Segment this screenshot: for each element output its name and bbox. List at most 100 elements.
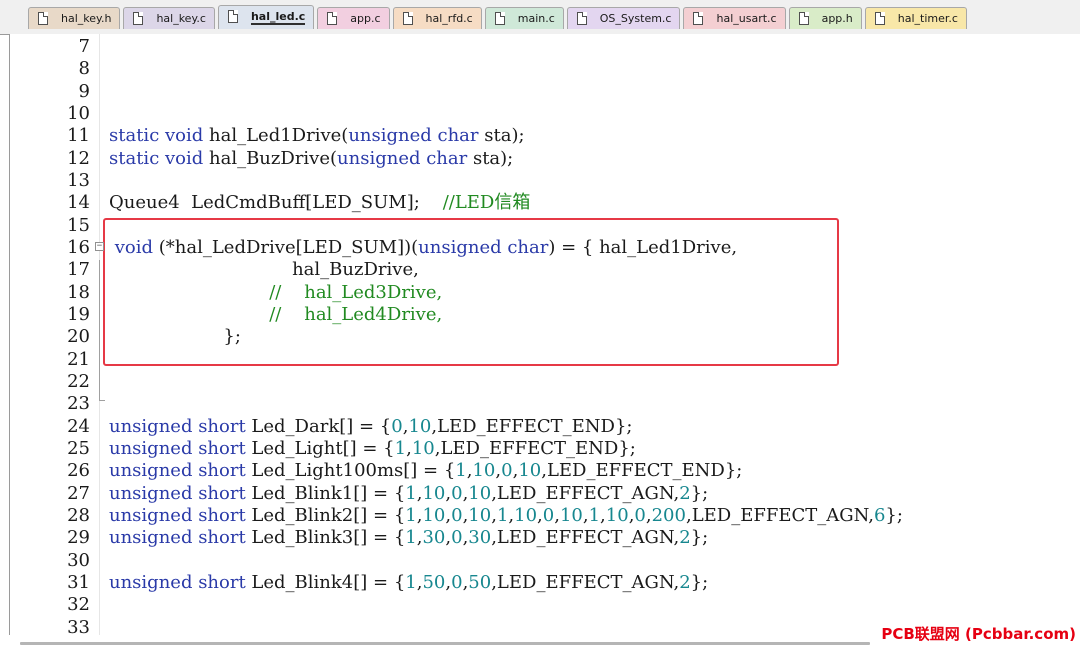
line-number: 19	[67, 303, 90, 325]
file-icon	[798, 12, 809, 25]
code-line[interactable]: 8	[10, 58, 1070, 80]
line-number: 13	[67, 169, 90, 191]
code-line[interactable]: 22	[10, 371, 1070, 393]
token-num: 1	[405, 504, 417, 526]
line-number: 23	[67, 393, 90, 415]
code-line[interactable]: 7	[10, 36, 1070, 58]
code-text: unsigned short Led_Blink1[] = {1,10,0,10…	[109, 483, 708, 505]
token-txt: ,LED_EFFECT_END};	[541, 460, 743, 482]
line-number: 25	[67, 437, 90, 459]
token-txt: (*hal_LedDrive[LED_SUM])(	[153, 236, 419, 258]
line-number: 12	[67, 147, 90, 169]
token-kw: unsigned short	[109, 460, 246, 482]
code-line[interactable]: 11 static void hal_Led1Drive(unsigned cha…	[10, 125, 1070, 147]
file-icon	[874, 12, 885, 25]
tab-label: hal_rfd.c	[425, 12, 473, 25]
file-icon	[327, 12, 338, 25]
tab-hal-led-c[interactable]: hal_led.c	[217, 5, 315, 29]
tab-label: main.c	[517, 12, 555, 25]
tab-main-c[interactable]: main.c	[484, 7, 564, 29]
token-kw: unsigned char	[348, 125, 479, 147]
token-num: 10	[411, 437, 435, 459]
code-line[interactable]: 31 unsigned short Led_Blink4[] = {1,50,0,…	[10, 572, 1070, 594]
code-line[interactable]: 17 hal_BuzDrive,	[10, 259, 1070, 281]
tab-hal-rfd-c[interactable]: hal_rfd.c	[392, 7, 482, 29]
tab-hal-key-h[interactable]: hal_key.h	[28, 7, 121, 29]
line-number: 7	[78, 36, 90, 57]
file-tabs: hal_key.h hal_key.c hal_led.c app.c hal_rfd.…	[28, 5, 970, 31]
code-line[interactable]: 13	[10, 170, 1070, 192]
code-line[interactable]: 25 unsigned short Led_Light[] = {1,10,LED…	[10, 438, 1070, 460]
code-line[interactable]: 21	[10, 349, 1070, 371]
line-number: 30	[67, 549, 90, 571]
line-number: 9	[78, 80, 90, 102]
token-txt: };	[690, 527, 709, 549]
horizontal-scrollbar[interactable]	[20, 642, 870, 645]
token-txt: ,LED_EFFECT_AGN,	[491, 527, 680, 549]
token-num: 1	[588, 504, 601, 526]
tab-os-system-c[interactable]: OS_System.c	[566, 7, 681, 29]
code-line[interactable]: 28 unsigned short Led_Blink2[] = {1,10,0,…	[10, 505, 1070, 527]
token-txt: Led_Blink2[] = {	[245, 504, 406, 526]
token-num: 0	[634, 504, 646, 526]
token-txt: ,LED_EFFECT_AGN,	[685, 504, 874, 526]
tab-label: app.c	[350, 12, 381, 25]
file-icon	[402, 12, 413, 25]
line-number: 29	[67, 527, 90, 549]
code-text: unsigned short Led_Dark[] = {0,10,LED_EF…	[109, 416, 632, 438]
code-line[interactable]: 10	[10, 103, 1070, 125]
code-line[interactable]: 16− void (*hal_LedDrive[LED_SUM])(unsign…	[10, 237, 1070, 259]
line-number: 14	[67, 192, 90, 214]
code-line[interactable]: 14 Queue4 LedCmdBuff[LED_SUM]; //LED信箱	[10, 192, 1070, 214]
token-kw: static void	[109, 125, 204, 147]
code-line[interactable]: 15	[10, 215, 1070, 237]
code-text: Queue4 LedCmdBuff[LED_SUM]; //LED信箱	[109, 192, 530, 214]
code-line[interactable]: 30	[10, 550, 1070, 572]
token-num: 10	[422, 504, 446, 526]
code-line[interactable]: 20 };	[10, 326, 1070, 348]
tab-app-h[interactable]: app.h	[788, 7, 862, 29]
code-text: unsigned short Led_Blink2[] = {1,10,0,10…	[109, 505, 903, 527]
token-txt: Led_Blink1[] = {	[245, 482, 406, 504]
code-line[interactable]: 32	[10, 594, 1070, 616]
token-cm: // hal_Led3Drive,	[109, 281, 443, 303]
fold-toggle-icon[interactable]: −	[95, 241, 104, 251]
token-num: 30	[422, 527, 446, 549]
code-text: // hal_Led4Drive,	[109, 304, 442, 326]
tab-hal-key-c[interactable]: hal_key.c	[123, 7, 215, 29]
tab-app-c[interactable]: app.c	[317, 7, 390, 29]
token-num: 0	[451, 571, 463, 593]
token-txt: hal_BuzDrive,	[109, 259, 419, 281]
code-text: unsigned short Led_Blink3[] = {1,30,0,30…	[109, 527, 708, 549]
token-txt: };	[885, 504, 903, 526]
line-number: 26	[67, 460, 90, 482]
code-text: };	[109, 326, 241, 348]
token-num: 0	[501, 460, 513, 482]
token-num: 6	[873, 504, 886, 526]
token-cm: //LED信箱	[442, 192, 531, 214]
code-editor[interactable]: 7 8 9 10 11 static void hal_Led1Drive(unsigne…	[9, 34, 1080, 638]
line-number: 10	[67, 102, 90, 124]
token-txt: hal_Led1Drive(	[203, 125, 349, 147]
code-line[interactable]: 27 unsigned short Led_Blink1[] = {1,10,0,…	[10, 483, 1070, 505]
token-num: 1	[405, 527, 417, 549]
line-number: 32	[67, 594, 90, 616]
token-num: 50	[468, 571, 492, 593]
code-line[interactable]: 12 static void hal_BuzDrive(unsigned char…	[10, 148, 1070, 170]
code-line[interactable]: 23	[10, 393, 1070, 415]
code-line[interactable]: 29 unsigned short Led_Blink3[] = {1,30,0,…	[10, 527, 1070, 549]
code-text: // hal_Led3Drive,	[109, 282, 442, 304]
code-line[interactable]: 24 unsigned short Led_Dark[] = {0,10,LED_…	[10, 416, 1070, 438]
code-line[interactable]: 26 unsigned short Led_Light100ms[] = {1,1…	[10, 460, 1070, 482]
code-line[interactable]: 9	[10, 81, 1070, 103]
line-number: 31	[67, 571, 90, 593]
token-num: 10	[514, 504, 538, 526]
tab-hal-usart-c[interactable]: hal_usart.c	[683, 7, 786, 29]
tab-hal-timer-c[interactable]: hal_timer.c	[864, 7, 967, 29]
token-kw: void	[114, 236, 154, 258]
code-line[interactable]: 19 // hal_Led4Drive,	[10, 304, 1070, 326]
code-line[interactable]: 18 // hal_Led3Drive,	[10, 282, 1070, 304]
file-icon	[133, 12, 144, 25]
token-num: 1	[405, 571, 417, 593]
token-kw: unsigned short	[109, 504, 246, 526]
